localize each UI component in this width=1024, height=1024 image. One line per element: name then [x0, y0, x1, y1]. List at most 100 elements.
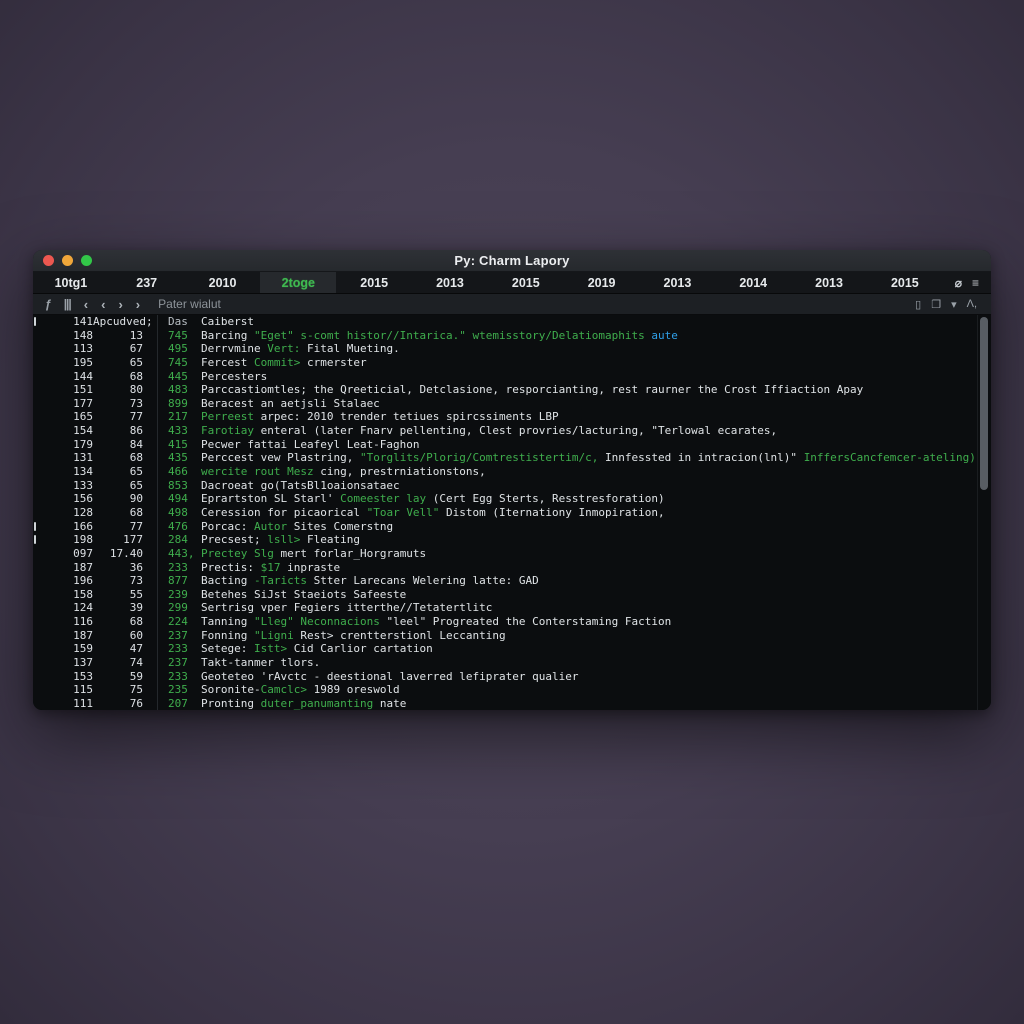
gutter-mark	[33, 629, 43, 643]
scrollbar-track[interactable]	[977, 315, 991, 710]
row-col2: 76	[93, 697, 157, 710]
row-line-number: 853	[157, 479, 201, 493]
table-row[interactable]: 17984415Pecwer fattai Leafeyl Leat-Fagho…	[33, 438, 977, 452]
title-bar[interactable]: Py: Charm Lapory	[33, 250, 991, 272]
table-row[interactable]: 11367495Derrvmine Vert: Fital Mueting.	[33, 342, 977, 356]
table-row[interactable]: 18736233Prectis: $17 inpraste	[33, 561, 977, 575]
row-line-number: 494	[157, 492, 201, 506]
settings-icon[interactable]: ⌀	[955, 276, 962, 290]
row-col1: 134	[43, 465, 93, 479]
gutter-mark	[33, 342, 43, 356]
table-row[interactable]: 12439299Sertrisg vper Fegiers itterthe//…	[33, 601, 977, 615]
gutter-mark	[33, 574, 43, 588]
tab-2015-6[interactable]: 2015	[488, 272, 564, 293]
editor-pane[interactable]: 141Apcudved;DasCaiberst14813745Barcing "…	[33, 315, 991, 710]
table-row[interactable]: 15947233Setege: Istt> Cid Carlior cartat…	[33, 642, 977, 656]
gutter-mark	[33, 451, 43, 465]
row-col2: 75	[93, 683, 157, 697]
row-col2: 68	[93, 451, 157, 465]
window-title: Py: Charm Lapory	[33, 253, 991, 268]
function-icon[interactable]: ƒ	[45, 297, 51, 311]
tab-2013-8[interactable]: 2013	[640, 272, 716, 293]
tab-2010-2[interactable]: 2010	[185, 272, 261, 293]
row-col1: 179	[43, 438, 93, 452]
table-row[interactable]: 15359233Geoteteo 'rAvctc - deestional la…	[33, 670, 977, 684]
code-token: InffersCancfemcer-ateling))	[804, 451, 977, 464]
code-token: Bacting	[201, 574, 254, 587]
row-line-number: 415	[157, 438, 201, 452]
gutter-mark	[33, 465, 43, 479]
tab-10tg1-0[interactable]: 10tg1	[33, 272, 109, 293]
columns-icon[interactable]: |||	[64, 297, 71, 311]
table-row[interactable]: 09717.40443,Prectey Slg mert forlar_Horg…	[33, 547, 977, 561]
row-code-text: Caiberst	[201, 315, 977, 329]
tab-2013-10[interactable]: 2013	[791, 272, 867, 293]
table-row[interactable]: 11176207Pronting duter_panumanting nate	[33, 697, 977, 710]
table-row[interactable]: 14468445Percesters	[33, 370, 977, 384]
tab-2019-7[interactable]: 2019	[564, 272, 640, 293]
row-col2: 67	[93, 342, 157, 356]
toolbar: ƒ|||‹‹›› Pater wialut ▯❐▾Λ,	[33, 294, 991, 315]
code-token: Sertrisg vper Fegiers itterthe//Tetatert…	[201, 601, 492, 614]
code-token: Dacroeat go(TatsBl1oaionsataec	[201, 479, 400, 492]
code-token: Comeester lay	[340, 492, 426, 505]
row-code-text: Farotiay enteral (later Fnarv pellenting…	[201, 424, 977, 438]
row-col1: 133	[43, 479, 93, 493]
table-row[interactable]: 19673877Bacting -Taricts Stter Larecans …	[33, 574, 977, 588]
code-token: Ceression for picaorical	[201, 506, 367, 519]
tab-2toge-3[interactable]: 2toge	[260, 272, 336, 293]
table-row[interactable]: 11668224Tanning "Lleg" Neconnacions "lee…	[33, 615, 977, 629]
row-code-text: Tanning "Lleg" Neconnacions "leel" Progr…	[201, 615, 977, 629]
table-row[interactable]: 13774237Takt-tanmer tlors.	[33, 656, 977, 670]
code-token: Pecwer fattai Leafeyl Leat-Faghon	[201, 438, 420, 451]
code-token: Istt>	[254, 642, 287, 655]
code-token: Perreest	[201, 410, 254, 423]
row-col1: 116	[43, 615, 93, 629]
menu-icon[interactable]: ≡	[972, 276, 979, 290]
duplicate-icon[interactable]: ❐	[931, 298, 941, 311]
table-row[interactable]: 11575235Soronite-Camclc> 1989 oreswold	[33, 683, 977, 697]
code-token: Rest> crentterstionl Leccanting	[294, 629, 506, 642]
table-row[interactable]: 13465466wercite rout Mesz cing, prestrni…	[33, 465, 977, 479]
table-row[interactable]: 14813745Barcing "Eget" s-comt histor//In…	[33, 329, 977, 343]
tab-2013-5[interactable]: 2013	[412, 272, 488, 293]
tab-237-1[interactable]: 237	[109, 272, 185, 293]
table-row[interactable]: 17773899Beracest an aetjsli Stalaec	[33, 397, 977, 411]
table-row[interactable]: 19565745Fercest Commit> crmerster	[33, 356, 977, 370]
table-row[interactable]: 141Apcudved;DasCaiberst	[33, 315, 977, 329]
caret-down-icon[interactable]: ▾	[951, 298, 957, 311]
pointer-icon[interactable]: Λ,	[967, 298, 977, 310]
table-row[interactable]: 13365853Dacroeat go(TatsBl1oaionsataec	[33, 479, 977, 493]
back-icon[interactable]: ‹	[84, 297, 88, 312]
code-token: mert forlar_Horgramuts	[274, 547, 426, 560]
table-row[interactable]: 12868498Ceression for picaorical "Toar V…	[33, 506, 977, 520]
row-code-text: Percesters	[201, 370, 977, 384]
forward-alt-icon[interactable]: ›	[136, 297, 140, 312]
row-code-text: wercite rout Mesz cing, prestrniationsto…	[201, 465, 977, 479]
row-col2: 65	[93, 356, 157, 370]
table-row[interactable]: 13168435Perccest vew Plastring, "Torglit…	[33, 451, 977, 465]
row-line-number: 233	[157, 670, 201, 684]
table-row[interactable]: 198177284Precsest; lsll> Fleating	[33, 533, 977, 547]
tab-2014-9[interactable]: 2014	[715, 272, 791, 293]
forward-icon[interactable]: ›	[118, 297, 122, 312]
tab-2015-11[interactable]: 2015	[867, 272, 943, 293]
code-token: Vert:	[267, 342, 300, 355]
table-row[interactable]: 15690494Eprartston SL Starl' Comeester l…	[33, 492, 977, 506]
table-row[interactable]: 15486433Farotiay enteral (later Fnarv pe…	[33, 424, 977, 438]
row-col2: 36	[93, 561, 157, 575]
row-line-number: 443,	[157, 547, 201, 561]
row-line-number: 224	[157, 615, 201, 629]
table-row[interactable]: 16677476Porcac: Autor Sites Comerstng	[33, 520, 977, 534]
panel-icon[interactable]: ▯	[915, 298, 921, 311]
row-col1: 158	[43, 588, 93, 602]
table-row[interactable]: 16577217Perreest arpec: 2010 trender tet…	[33, 410, 977, 424]
tab-bar-icons: ⌀≡	[943, 272, 991, 293]
scrollbar-thumb[interactable]	[980, 317, 988, 490]
table-row[interactable]: 15180483Parccastiomtles; the Qreeticial,…	[33, 383, 977, 397]
back-alt-icon[interactable]: ‹	[101, 297, 105, 312]
tab-2015-4[interactable]: 2015	[336, 272, 412, 293]
table-row[interactable]: 15855239Betehes SiJst Staeiots Safeeste	[33, 588, 977, 602]
row-col1: 177	[43, 397, 93, 411]
table-row[interactable]: 18760237Fonning "Ligni Rest> crenttersti…	[33, 629, 977, 643]
